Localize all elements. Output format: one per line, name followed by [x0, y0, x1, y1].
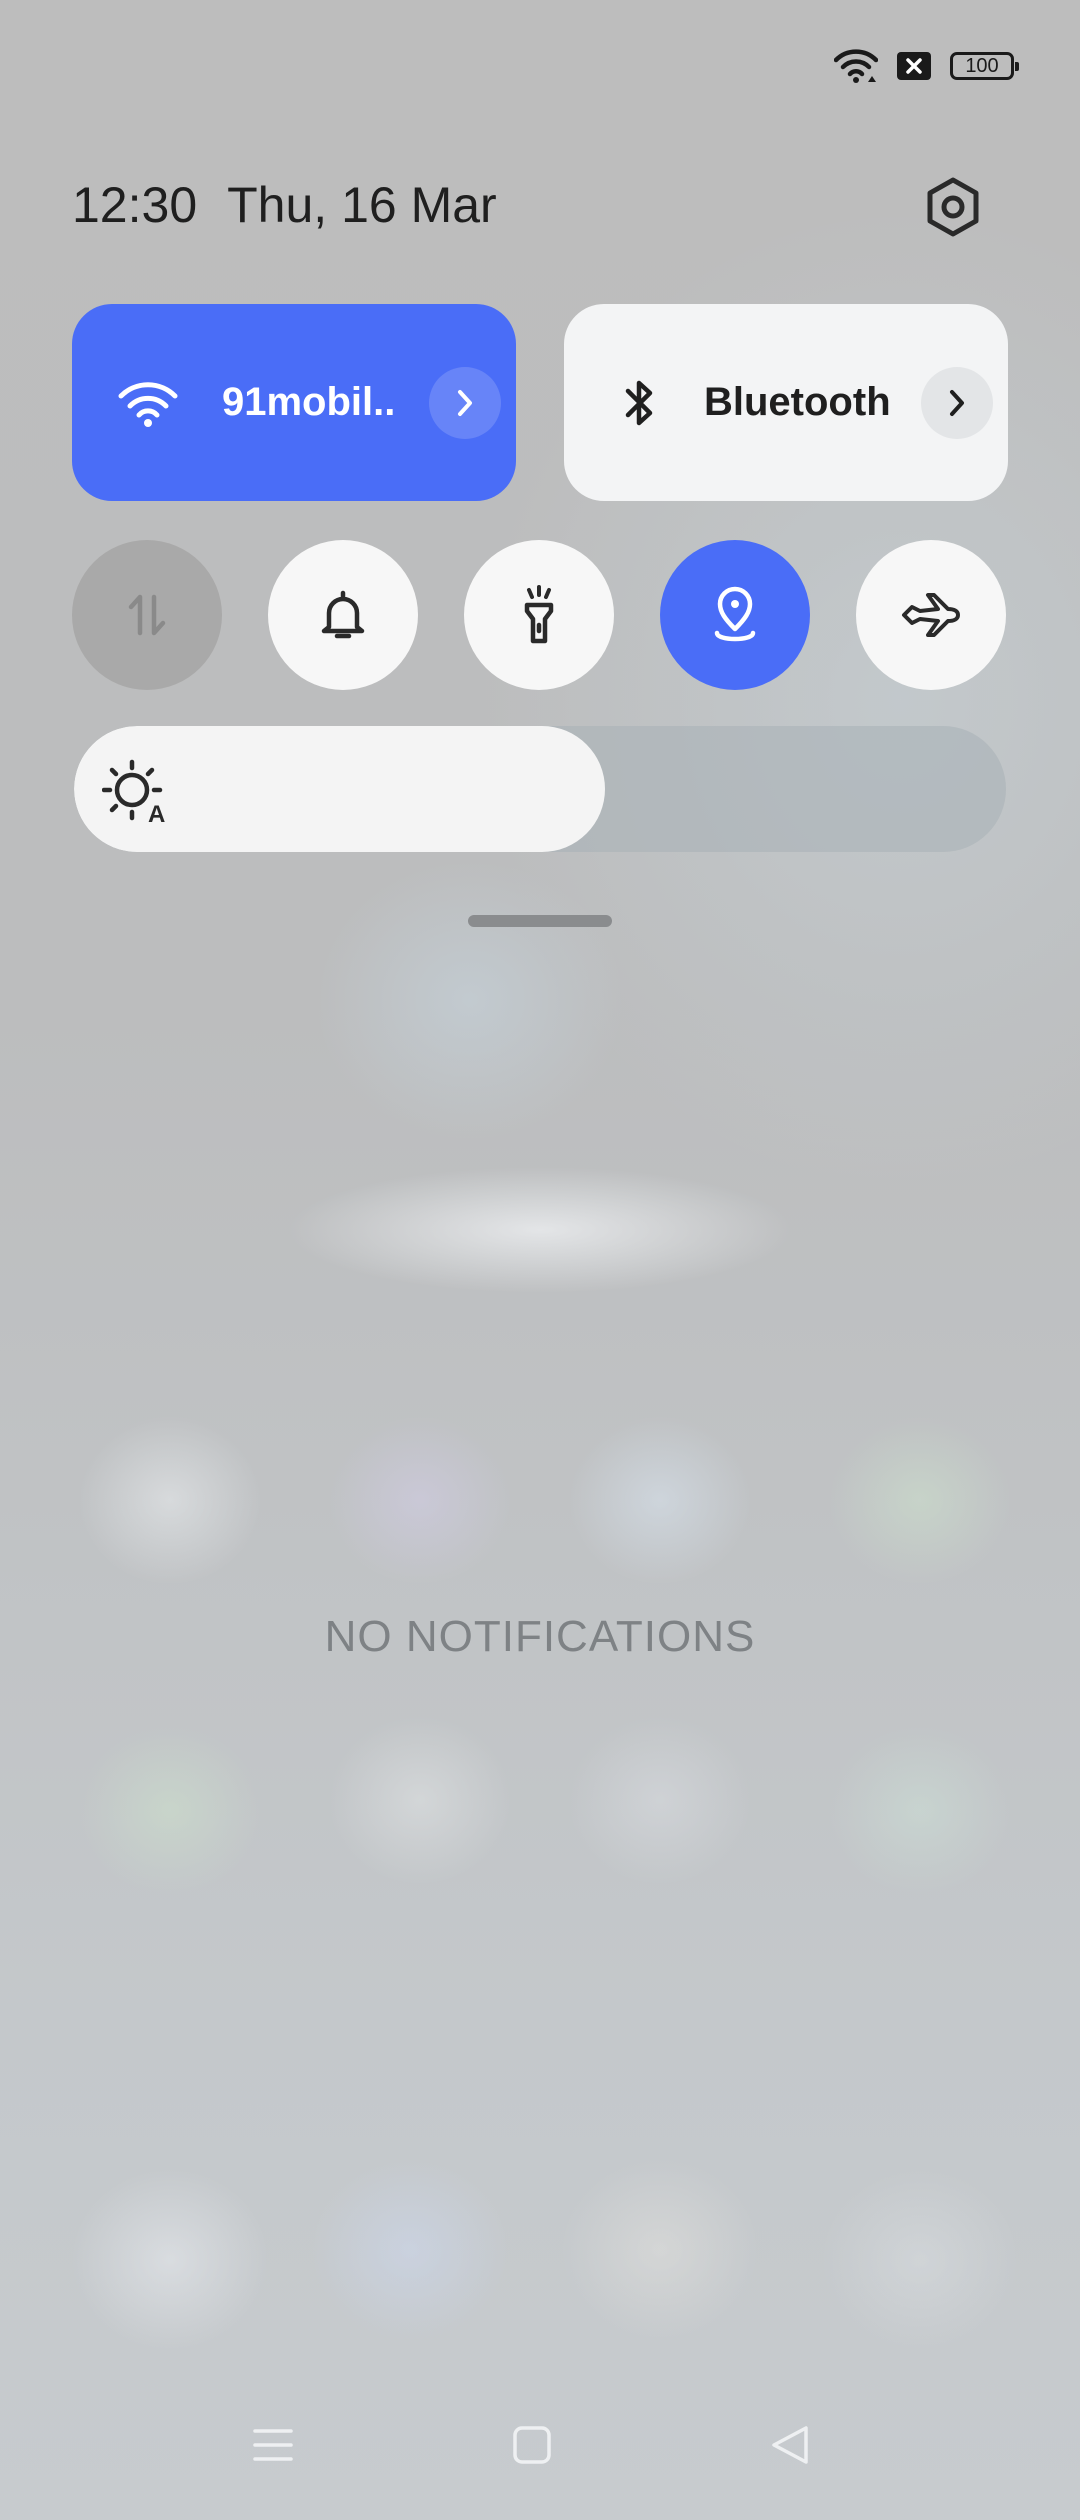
battery-level: 100 [965, 54, 999, 77]
sound-toggle[interactable] [268, 540, 418, 690]
airplane-icon [902, 593, 960, 637]
quick-settings-header: 12:30 Thu, 16 Mar [72, 176, 497, 234]
status-bar: 100 [834, 44, 1019, 88]
chevron-right-icon [458, 389, 472, 416]
auto-brightness-icon: A [102, 759, 165, 828]
home-icon [513, 2426, 551, 2464]
flashlight-toggle[interactable] [464, 540, 614, 690]
flashlight-icon [524, 585, 554, 644]
chevron-right-icon [950, 389, 964, 416]
recent-apps-button[interactable] [243, 2415, 303, 2475]
data-arrows-icon [128, 594, 166, 636]
location-pin-icon [714, 586, 756, 642]
menu-icon [253, 2429, 293, 2461]
location-toggle[interactable] [660, 540, 810, 690]
bell-icon [321, 590, 365, 639]
home-button[interactable] [502, 2415, 562, 2475]
settings-hexagon-icon [927, 177, 979, 237]
battery-icon: 100 [950, 52, 1019, 80]
bluetooth-details-button[interactable] [921, 366, 993, 439]
wifi-network-name: 91mobil.. [222, 380, 396, 424]
bluetooth-tile[interactable]: Bluetooth [564, 304, 1008, 501]
panel-expand-handle[interactable] [468, 915, 612, 927]
wifi-details-button[interactable] [429, 366, 501, 439]
empty-notifications-label: NO NOTIFICATIONS [324, 1612, 756, 1661]
back-icon [772, 2426, 808, 2464]
airplane-mode-toggle[interactable] [856, 540, 1006, 690]
wifi-tile[interactable]: 91mobil.. [72, 304, 516, 501]
svg-text:A: A [148, 801, 165, 828]
wifi-icon [834, 48, 878, 84]
mobile-data-toggle[interactable] [72, 540, 222, 690]
wifi-icon [112, 367, 184, 439]
bluetooth-label: Bluetooth [704, 380, 891, 424]
clock-time: 12:30 [72, 177, 198, 233]
bluetooth-icon [604, 367, 676, 439]
settings-button[interactable] [918, 172, 988, 242]
no-sim-icon [896, 51, 932, 81]
brightness-slider[interactable]: A [74, 726, 1006, 852]
date-label: Thu, 16 Mar [227, 177, 497, 233]
back-button[interactable] [760, 2415, 820, 2475]
